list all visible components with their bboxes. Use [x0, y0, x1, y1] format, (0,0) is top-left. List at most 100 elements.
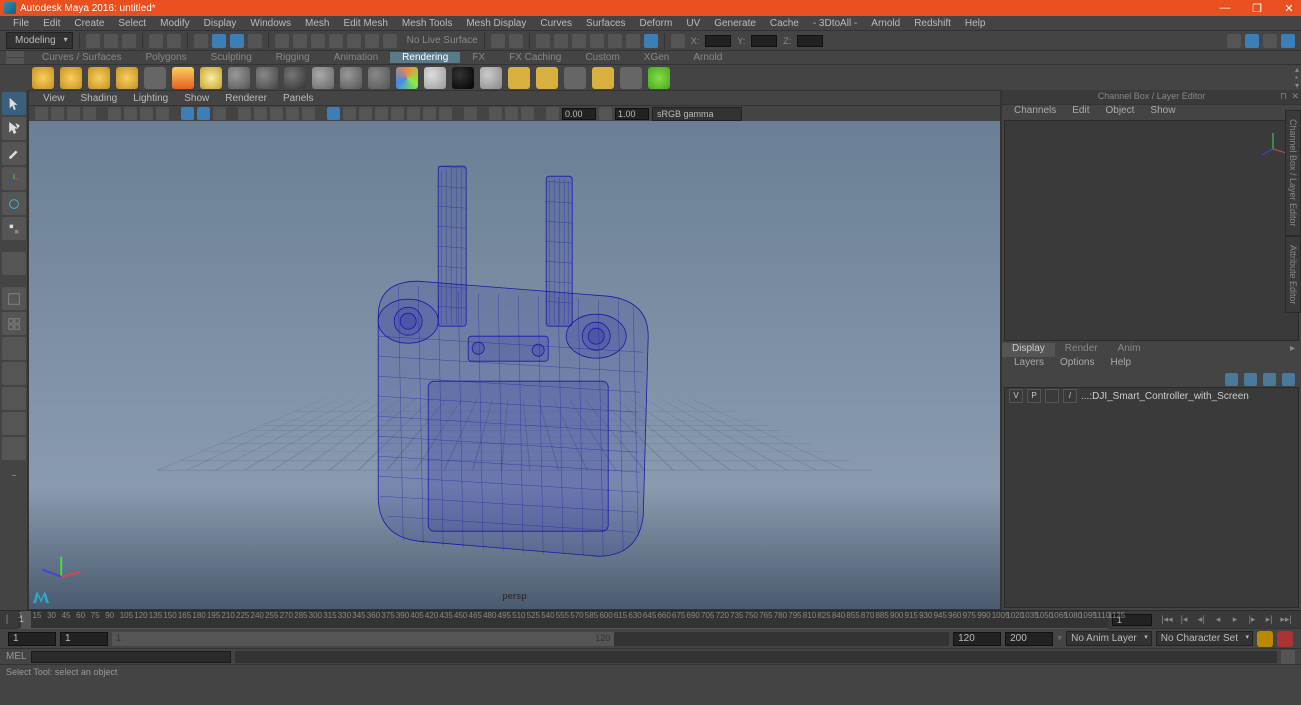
range-start-input[interactable] [8, 632, 56, 646]
menu-cache[interactable]: Cache [763, 18, 806, 29]
vp-gamma-input[interactable] [615, 108, 649, 120]
hypershade-icon[interactable] [608, 34, 622, 48]
spot-light-icon[interactable] [88, 67, 110, 89]
viewport-3d[interactable]: persp [29, 121, 1000, 609]
vp-menu-panels[interactable]: Panels [275, 93, 322, 104]
vp-image-plane-icon[interactable] [83, 107, 96, 120]
cb-menu-object[interactable]: Object [1098, 105, 1143, 118]
make-live-icon[interactable] [383, 34, 397, 48]
step-forward-key-button[interactable]: ▸| [1262, 613, 1276, 627]
render-view-icon[interactable] [626, 34, 640, 48]
mental-ray-icon[interactable] [648, 67, 670, 89]
go-end-button[interactable]: ▸▸| [1279, 613, 1293, 627]
set-keyframe-icon[interactable] [1277, 631, 1293, 647]
anim-layer-select[interactable]: No Anim Layer [1066, 631, 1152, 646]
select-mask-icon[interactable] [248, 34, 262, 48]
shelf-tab-custom[interactable]: Custom [573, 52, 631, 63]
play-forward-button[interactable]: ▸ [1228, 613, 1242, 627]
range-bar[interactable]: 1 120 [112, 632, 949, 646]
render-settings-icon[interactable] [572, 34, 586, 48]
ipr-render-icon[interactable] [554, 34, 568, 48]
shelf-menu-icon[interactable] [6, 51, 24, 57]
sphere-gray2-icon[interactable] [256, 67, 278, 89]
history-on-icon[interactable] [491, 34, 505, 48]
maximize-button[interactable]: ❐ [1249, 2, 1265, 15]
vp-dof-icon[interactable] [407, 107, 420, 120]
vp-use-lights-icon[interactable] [327, 107, 340, 120]
layer-playback-toggle[interactable]: P [1027, 389, 1041, 403]
four-pane-layout[interactable] [2, 312, 26, 335]
undo-icon[interactable] [149, 34, 163, 48]
sphere-dark-icon[interactable] [452, 67, 474, 89]
layer-move-down-icon[interactable] [1244, 373, 1257, 386]
shelf-tab-curves-surfaces[interactable]: Curves / Surfaces [30, 52, 133, 63]
select-component-icon[interactable] [230, 34, 244, 48]
snap-point-icon[interactable] [311, 34, 325, 48]
vp-resolution-gate-icon[interactable] [181, 107, 194, 120]
vp-default-material-icon[interactable] [489, 107, 502, 120]
go-start-button[interactable]: |◂◂ [1160, 613, 1174, 627]
shelf-tab-animation[interactable]: Animation [322, 52, 390, 63]
ipr-shelf-icon[interactable] [536, 67, 558, 89]
layer-tab-render[interactable]: Render [1055, 343, 1108, 357]
step-back-key-button[interactable]: |◂ [1177, 613, 1191, 627]
shelf-tab-fx[interactable]: FX [460, 52, 497, 63]
range-end-input[interactable] [1005, 632, 1053, 646]
vp-isolate-icon[interactable] [423, 107, 436, 120]
wireframe-model[interactable] [338, 136, 678, 576]
shelf-tab-sculpting[interactable]: Sculpting [199, 52, 264, 63]
range-handle[interactable]: 1 120 [112, 632, 614, 646]
ambient-light-icon[interactable] [172, 67, 194, 89]
layer-new-selected-icon[interactable] [1282, 373, 1295, 386]
rotate-tool[interactable] [2, 192, 26, 215]
auto-keyframe-icon[interactable] [1257, 631, 1273, 647]
shelf-tab-arnold[interactable]: Arnold [681, 52, 734, 63]
vp-exposure-icon[interactable] [546, 107, 559, 120]
save-scene-icon[interactable] [122, 34, 136, 48]
render-current-icon[interactable] [536, 34, 550, 48]
range-out-input[interactable] [953, 632, 1001, 646]
shelf-tab-rendering[interactable]: Rendering [390, 52, 460, 63]
history-off-icon[interactable] [509, 34, 523, 48]
sphere-mid-icon[interactable] [480, 67, 502, 89]
time-current-marker[interactable]: 1 [21, 611, 31, 629]
area-light-icon[interactable] [116, 67, 138, 89]
cb-menu-channels[interactable]: Channels [1006, 105, 1064, 118]
vp-wireframe-icon[interactable] [270, 107, 283, 120]
vp-menu-renderer[interactable]: Renderer [217, 93, 275, 104]
channel-box-content[interactable] [1004, 120, 1299, 341]
shelf-tab-fx-caching[interactable]: FX Caching [497, 52, 573, 63]
vp-grease-pencil-icon[interactable] [124, 107, 137, 120]
snap-surface-icon[interactable] [347, 34, 361, 48]
vp-xray-icon[interactable] [439, 107, 452, 120]
menu-redshift[interactable]: Redshift [907, 18, 958, 29]
menu-edit[interactable]: Edit [36, 18, 67, 29]
attribute-editor-toggle-icon[interactable] [1281, 34, 1295, 48]
sphere-gray6-icon[interactable] [368, 67, 390, 89]
last-tool[interactable] [2, 252, 26, 275]
layer-list[interactable]: V P / ...:DJI_Smart_Controller_with_Scre… [1004, 387, 1299, 608]
cb-menu-edit[interactable]: Edit [1064, 105, 1097, 118]
persp-outliner-layout[interactable] [2, 412, 26, 435]
z-input[interactable] [797, 35, 823, 47]
vp-grid-icon[interactable] [140, 107, 153, 120]
shelf-scroll-down-icon[interactable]: ▾ [1295, 82, 1299, 90]
x-input[interactable] [705, 35, 731, 47]
new-scene-icon[interactable] [86, 34, 100, 48]
tool-settings-toggle-icon[interactable] [1263, 34, 1277, 48]
render-view-shelf-icon[interactable] [592, 67, 614, 89]
open-scene-icon[interactable] [104, 34, 118, 48]
layer-menu-help[interactable]: Help [1102, 357, 1139, 371]
cmd-input[interactable] [31, 651, 231, 663]
menu--3dtoall-[interactable]: - 3DtoAll - [806, 18, 864, 29]
ramp-shader-icon[interactable] [396, 67, 418, 89]
directional-light-icon[interactable] [32, 67, 54, 89]
side-tab-channel-box-layer-editor[interactable]: Channel Box / Layer Editor [1285, 110, 1301, 236]
graph-layout[interactable] [2, 437, 26, 460]
menu-uv[interactable]: UV [679, 18, 707, 29]
vp-exposure-input[interactable] [562, 108, 596, 120]
shelf-tab-rigging[interactable]: Rigging [264, 52, 322, 63]
vp-2d-pan-icon[interactable] [108, 107, 121, 120]
vp-textured-icon[interactable] [302, 107, 315, 120]
time-ruler[interactable]: 1 11530456075901051201351501651801952102… [18, 611, 1108, 629]
